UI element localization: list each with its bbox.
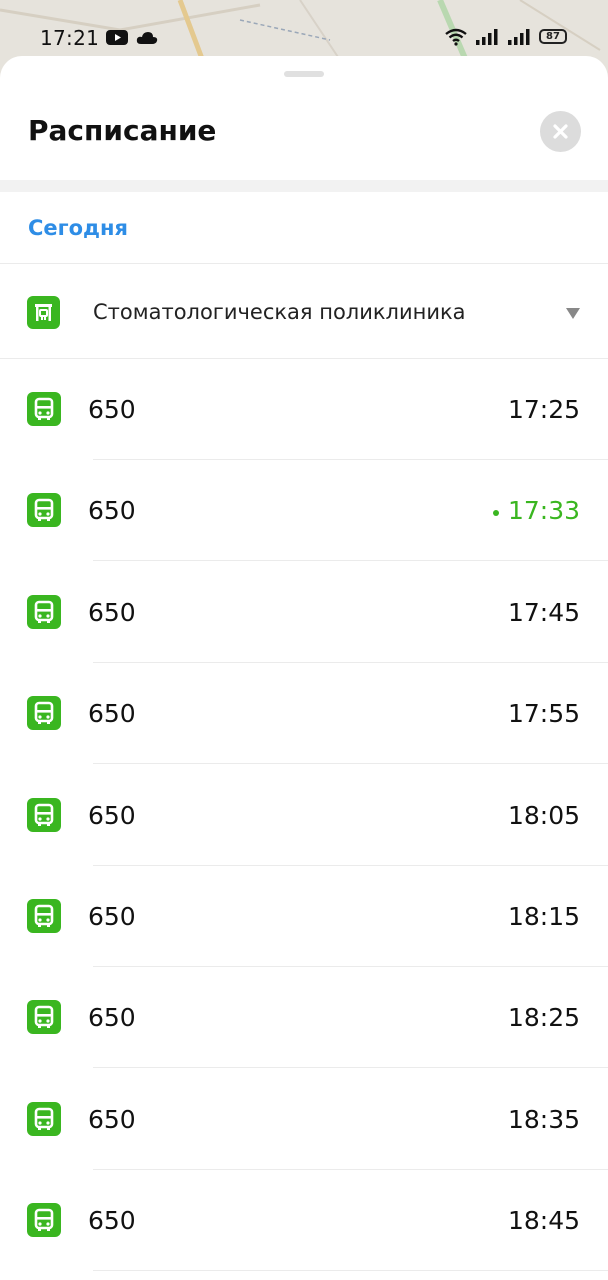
youtube-icon <box>106 30 128 49</box>
bus-icon <box>27 797 61 832</box>
close-button[interactable] <box>540 111 581 152</box>
day-selector[interactable]: Сегодня <box>28 216 128 240</box>
departure-time: 18:35 <box>507 1104 580 1134</box>
departure-time: 17:45 <box>507 597 580 627</box>
schedule-row[interactable]: 650 17:25 <box>0 359 608 460</box>
signal-icon <box>475 28 499 50</box>
route-number: 650 <box>88 1003 136 1033</box>
status-time: 17:21 <box>40 26 100 50</box>
bus-icon <box>27 1203 61 1238</box>
bus-icon <box>27 594 61 629</box>
schedule-row[interactable]: 650 18:25 <box>0 967 608 1069</box>
bus-icon <box>27 1000 61 1035</box>
divider <box>93 1270 608 1272</box>
bus-icon <box>27 696 61 731</box>
bus-icon <box>27 899 61 933</box>
schedule-row[interactable]: 650 17:45 <box>0 562 608 663</box>
cloud-icon <box>136 30 158 49</box>
route-number: 650 <box>88 699 136 729</box>
route-number: 650 <box>88 1206 136 1236</box>
schedule-row[interactable]: 650 18:15 <box>0 866 608 967</box>
schedule-row[interactable]: 650 17:55 <box>0 663 608 765</box>
bus-icon <box>27 392 61 426</box>
departure-time: 18:25 <box>507 1003 580 1033</box>
stop-name: Стоматологическая поликлиника <box>93 300 466 324</box>
battery-icon: 87 <box>539 29 567 44</box>
chevron-down-icon <box>566 308 580 319</box>
departure-time: 18:15 <box>507 902 580 931</box>
status-bar: 17:21 87 <box>0 0 608 72</box>
departure-time: 18:05 <box>507 800 580 830</box>
schedule-sheet: Расписание Сегодня Стоматологическая пол… <box>0 56 608 1280</box>
departure-time: 17:25 <box>507 395 580 424</box>
route-number: 650 <box>88 800 136 830</box>
route-number: 650 <box>88 902 136 931</box>
close-icon <box>540 124 581 156</box>
route-number: 650 <box>88 597 136 627</box>
bus-icon <box>27 493 61 528</box>
route-number: 650 <box>88 1104 136 1134</box>
route-number: 650 <box>88 496 136 526</box>
schedule-row[interactable]: 650 18:05 <box>0 765 608 866</box>
page-title: Расписание <box>28 114 217 147</box>
next-departure-dot-icon <box>493 510 499 517</box>
stop-selector[interactable]: Стоматологическая поликлиника <box>0 264 608 358</box>
departure-time: 17:55 <box>507 699 580 729</box>
route-number: 650 <box>88 395 136 424</box>
wifi-icon <box>444 28 468 50</box>
schedule-row[interactable]: 650 18:45 <box>0 1170 608 1272</box>
bus-stop-icon <box>27 296 60 329</box>
section-separator <box>0 180 608 192</box>
departure-time: 17:33 <box>507 496 580 526</box>
signal-icon <box>507 28 531 50</box>
departure-time: 18:45 <box>507 1206 580 1236</box>
schedule-row[interactable]: 650 17:33 <box>0 460 608 562</box>
bus-icon <box>27 1101 61 1136</box>
schedule-row[interactable]: 650 18:35 <box>0 1069 608 1170</box>
